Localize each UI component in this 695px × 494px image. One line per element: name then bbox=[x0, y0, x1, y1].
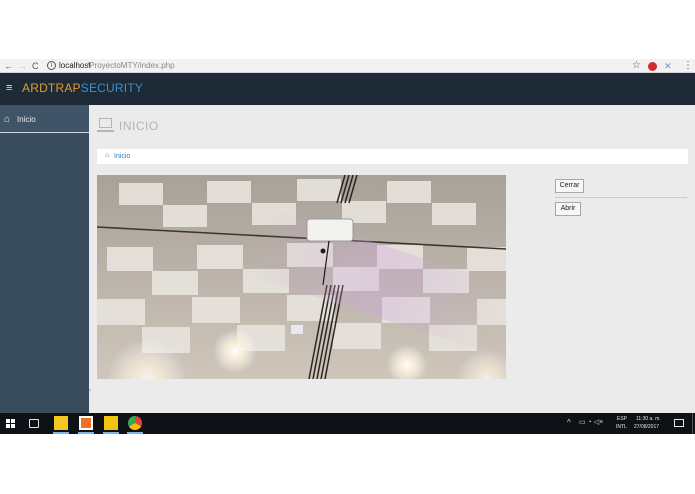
bookmark-star-icon[interactable]: ☆ bbox=[632, 59, 641, 73]
page-title: INICIO bbox=[119, 119, 159, 133]
brand-logo[interactable]: ARDTRAPSECURITY bbox=[22, 81, 143, 95]
back-icon[interactable]: ← bbox=[4, 59, 13, 73]
chrome-icon[interactable] bbox=[128, 416, 142, 430]
breadcrumb bbox=[97, 149, 688, 164]
tray-expand-icon[interactable]: ^ bbox=[567, 418, 571, 427]
home-icon: ⌂ bbox=[105, 152, 110, 159]
windows-start-icon[interactable] bbox=[0, 413, 22, 434]
language-indicator[interactable]: ESP bbox=[617, 416, 627, 422]
clock-time[interactable]: 11:30 a. m. bbox=[636, 416, 661, 422]
address-path[interactable]: /ProyectoMTY/index.php bbox=[87, 59, 175, 73]
app-running-indicator bbox=[127, 432, 143, 434]
task-view-icon[interactable] bbox=[29, 419, 39, 428]
open-button[interactable]: Abrir bbox=[555, 202, 581, 216]
reload-icon[interactable]: C bbox=[32, 59, 39, 73]
browser-menu-icon[interactable]: ⋮ bbox=[683, 59, 693, 73]
sticky-notes-icon[interactable] bbox=[54, 416, 68, 430]
chevron-left-icon[interactable]: ‹ bbox=[89, 388, 91, 394]
camera-feed bbox=[97, 175, 506, 379]
browser-toolbar: ← → C i localhost /ProyectoMTY/index.php… bbox=[0, 59, 695, 73]
hamburger-menu-icon[interactable]: ≡ bbox=[6, 82, 12, 94]
brand-secondary: SECURITY bbox=[80, 81, 144, 95]
home-icon: ⌂ bbox=[4, 114, 11, 125]
app-running-indicator bbox=[53, 432, 69, 434]
keyboard-layout-indicator[interactable]: INTL bbox=[616, 424, 627, 430]
taskbar: ^ ▭ ◔ ◁× ESP INTL 11:30 a. m. 27/08/2017 bbox=[0, 413, 695, 434]
monitor-icon bbox=[99, 118, 112, 128]
info-icon[interactable]: i bbox=[47, 61, 56, 70]
tray-status-icons[interactable]: ▭ ◔ ◁× bbox=[579, 418, 603, 426]
show-desktop-button[interactable] bbox=[692, 413, 693, 434]
sidebar: ⌂ Inicio bbox=[0, 105, 89, 413]
breadcrumb-link-inicio[interactable]: Inicio bbox=[114, 153, 130, 160]
app-running-indicator bbox=[78, 432, 94, 434]
adblock-extension-icon[interactable] bbox=[648, 62, 657, 71]
xampp-icon[interactable] bbox=[79, 416, 93, 430]
camera-feed-image bbox=[97, 175, 506, 379]
divider bbox=[555, 197, 687, 198]
sidebar-item-label: Inicio bbox=[17, 115, 36, 124]
notification-center-icon[interactable] bbox=[674, 419, 684, 427]
clock-date[interactable]: 27/08/2017 bbox=[634, 424, 659, 430]
extension-icon[interactable]: ✕ bbox=[664, 61, 672, 71]
brand-primary: ARDTRAP bbox=[22, 81, 81, 95]
address-host[interactable]: localhost bbox=[59, 59, 91, 73]
app-running-indicator bbox=[103, 432, 119, 434]
monitor-icon-base bbox=[97, 130, 114, 132]
close-button[interactable]: Cerrar bbox=[555, 179, 584, 193]
forward-icon[interactable]: → bbox=[18, 59, 27, 73]
file-explorer-icon[interactable] bbox=[104, 416, 118, 430]
app-header: ≡ ARDTRAPSECURITY bbox=[0, 73, 695, 105]
sidebar-item-inicio[interactable]: ⌂ Inicio bbox=[0, 105, 89, 133]
